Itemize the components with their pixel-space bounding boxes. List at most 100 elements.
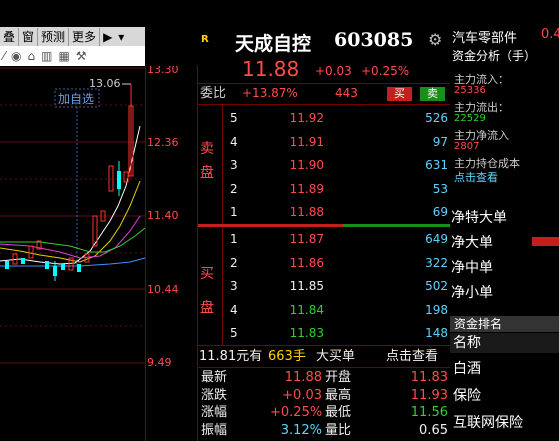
stock-code: 603085 xyxy=(334,29,414,51)
quote-label: 振幅 xyxy=(201,422,228,438)
order-price: 11.83 xyxy=(289,326,324,340)
quote-value: 11.88 xyxy=(284,370,322,385)
price-axis-label: 9.49 xyxy=(147,356,172,369)
order-level: 2 xyxy=(230,255,238,270)
rank-item[interactable]: 互联网保险 xyxy=(453,412,523,432)
price-axis-label: 11.40 xyxy=(147,209,179,222)
stock-change: +0.03 xyxy=(315,64,352,78)
buy-button[interactable]: 买 xyxy=(387,87,412,101)
weibi-label: 委比 xyxy=(200,86,227,101)
r-badge: R xyxy=(201,34,209,45)
weibi-value: +13.87% xyxy=(242,86,298,100)
quote-value: 0.65 xyxy=(419,422,448,438)
stock-price: 11.88 xyxy=(242,57,300,81)
sector-name[interactable]: 汽车零部件 xyxy=(452,27,517,46)
inflow-value: 25336 xyxy=(454,85,486,96)
quote-value: +0.03 xyxy=(282,387,322,403)
net-value: 2807 xyxy=(454,141,480,152)
order-level: 1 xyxy=(230,205,238,219)
net-small: 净小单 xyxy=(451,285,493,301)
basket-icon[interactable]: ⌂ xyxy=(28,49,36,63)
quote-panel: R 天成自控 603085 ⚙ 11.88 +0.03 +0.25% 委比 +1… xyxy=(198,27,450,441)
order-price: 11.91 xyxy=(289,134,324,149)
kline-chart[interactable]: 加自选 13.06 13.30 12.36 11.40 10.44 9.49 xyxy=(0,66,198,441)
trash-icon[interactable]: ▥ xyxy=(41,49,52,63)
pen-icon[interactable]: ⁄ xyxy=(3,49,5,63)
net-large-bar xyxy=(532,237,559,246)
toolbar-item-forecast[interactable]: 预测 xyxy=(38,27,70,46)
order-level: 4 xyxy=(230,134,238,149)
outflow-value: 22529 xyxy=(454,113,486,124)
quote-value: 11.56 xyxy=(410,405,448,420)
order-volume: 526 xyxy=(425,111,448,125)
eye-icon[interactable]: ◉ xyxy=(11,49,21,63)
price-axis-label: 13.30 xyxy=(147,66,179,76)
order-volume: 148 xyxy=(425,326,448,340)
price-axis-label: 10.44 xyxy=(147,283,179,296)
net-large: 净大单 xyxy=(451,235,493,251)
net-super-large: 净特大单 xyxy=(451,210,507,226)
order-price: 11.89 xyxy=(289,181,324,196)
rank-header: 名称 xyxy=(450,333,559,353)
quote-value: 11.93 xyxy=(410,387,448,403)
stock-name: 天成自控 xyxy=(235,33,312,55)
order-volume: 631 xyxy=(425,158,448,172)
order-level: 1 xyxy=(230,232,238,246)
order-price: 11.87 xyxy=(289,232,324,246)
big-order-qty: 663手 xyxy=(268,349,306,364)
tools-icon[interactable]: ⚒ xyxy=(76,49,87,63)
order-level: 5 xyxy=(230,326,238,340)
quote-value: 11.83 xyxy=(410,370,448,385)
quote-label: 量比 xyxy=(325,422,352,438)
high-marker: 13.06 xyxy=(89,77,121,90)
cost-link[interactable]: 点击查看 xyxy=(454,169,498,185)
weibi-diff: 443 xyxy=(335,86,358,100)
gear-icon[interactable]: ⚙ xyxy=(428,30,442,49)
order-price: 11.85 xyxy=(289,279,324,293)
chart-toolbar: 叠 窗 预测 更多 ▶ ▾ xyxy=(0,27,145,46)
toolbar-prev-arrow[interactable]: ▶ xyxy=(100,28,115,46)
toolbar-item-more[interactable]: 更多 xyxy=(69,27,101,46)
drawing-toolbar: ⁄ ◉ ⌂ ▥ ▦ ⚒ xyxy=(0,46,145,66)
stock-change-pct: +0.25% xyxy=(361,64,410,78)
toolbar-item-window[interactable]: 窗 xyxy=(19,27,39,46)
grid-icon[interactable]: ▦ xyxy=(58,49,69,63)
quote-value: 3.12% xyxy=(280,422,322,438)
toolbar-item-overlay[interactable]: 叠 xyxy=(0,27,20,46)
add-watch-label[interactable]: 加自选 xyxy=(58,92,94,106)
order-price: 11.86 xyxy=(289,255,324,270)
order-price: 11.88 xyxy=(289,205,324,219)
big-order-link[interactable]: 点击查看 xyxy=(386,347,438,366)
quote-value: +0.25% xyxy=(270,405,323,420)
order-volume: 502 xyxy=(425,279,448,293)
order-price: 11.84 xyxy=(289,302,324,317)
order-level: 5 xyxy=(230,111,238,125)
chevron-down-icon[interactable]: ▾ xyxy=(115,28,127,46)
sell-button[interactable]: 卖 xyxy=(420,87,445,101)
order-volume: 649 xyxy=(425,232,448,246)
order-level: 3 xyxy=(230,158,238,172)
analysis-title: 资金分析（手） xyxy=(452,49,537,63)
order-price: 11.90 xyxy=(289,158,324,172)
order-price: 11.92 xyxy=(289,111,324,125)
quote-label: 涨幅 xyxy=(201,405,228,420)
order-volume: 53 xyxy=(432,181,448,196)
order-level: 4 xyxy=(230,302,238,317)
order-level: 3 xyxy=(230,279,238,293)
rank-item[interactable]: 白酒 xyxy=(453,358,481,378)
quote-label: 最低 xyxy=(325,405,352,420)
big-order-desc: 大买单 xyxy=(316,349,356,364)
rank-item[interactable]: 保险 xyxy=(453,385,481,405)
quote-label: 涨跌 xyxy=(201,387,228,403)
sell-side-label: 卖盘 xyxy=(200,141,214,181)
bid-ask-ratio-bar-green xyxy=(343,224,450,227)
order-volume: 322 xyxy=(425,255,448,270)
bid-ask-ratio-bar-red xyxy=(198,224,343,227)
funds-panel: 汽车零部件 0.4 资金分析（手） 主力流入： 25336 主力流出： 2252… xyxy=(450,27,559,441)
order-volume: 97 xyxy=(432,134,448,149)
quote-label: 最高 xyxy=(325,387,352,403)
sector-value: 0.4 xyxy=(541,27,559,42)
big-order-price: 11.81元有 xyxy=(199,349,263,364)
net-medium: 净中单 xyxy=(451,260,493,276)
order-volume: 198 xyxy=(425,302,448,317)
